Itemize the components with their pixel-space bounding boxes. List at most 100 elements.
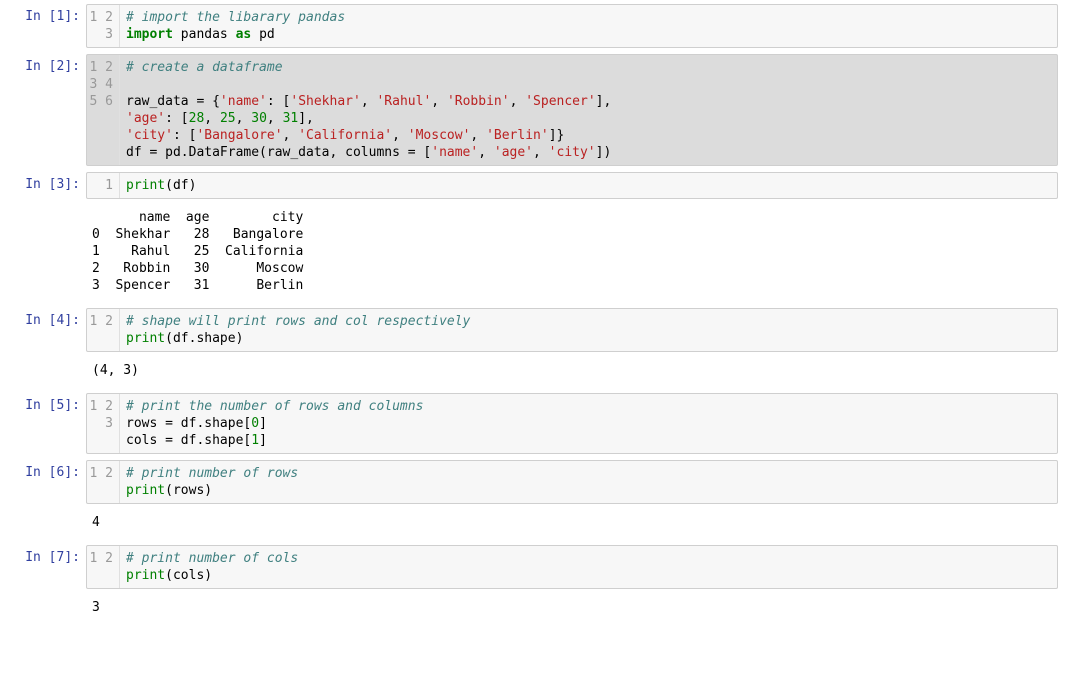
code-content[interactable]: # print number of cols print(cols) [120, 546, 1057, 588]
code-token: 'name' [220, 94, 267, 109]
code-token: # print number of cols [126, 551, 298, 566]
input-prompt: In [7]: [8, 545, 86, 566]
code-content[interactable]: # import the libarary pandas import pand… [120, 5, 1057, 47]
code-token: 'Shekhar' [290, 94, 360, 109]
code-content[interactable]: # create a dataframe raw_data = {'name':… [120, 55, 1057, 165]
code-token: 'name' [431, 145, 478, 160]
code-token: pandas [173, 27, 236, 42]
code-token: 'Berlin' [486, 128, 549, 143]
code-token: 'Rahul' [376, 94, 431, 109]
code-token: : [ [165, 111, 188, 126]
code-token: , [510, 94, 526, 109]
line-number-gutter: 1 2 3 [87, 5, 120, 47]
code-token: ]} [549, 128, 565, 143]
code-token: 'California' [298, 128, 392, 143]
code-token: 'Spencer' [525, 94, 595, 109]
code-token: 'age' [494, 145, 533, 160]
code-token: raw_data = { [126, 94, 220, 109]
code-token: print [126, 178, 165, 193]
output-prompt [8, 205, 86, 209]
code-token: cols = df.shape[ [126, 433, 251, 448]
code-token: as [236, 27, 252, 42]
code-input-area[interactable]: 1 2 3 4 5 6# create a dataframe raw_data… [86, 54, 1058, 166]
output-cell: 3 [8, 595, 1058, 624]
code-input-area[interactable]: 1 2 3# print the number of rows and colu… [86, 393, 1058, 454]
code-token: print [126, 331, 165, 346]
line-number-gutter: 1 2 [87, 546, 120, 588]
code-token: , [236, 111, 252, 126]
code-content[interactable]: # shape will print rows and col respecti… [120, 309, 1057, 351]
code-token: 31 [283, 111, 299, 126]
code-cell: In [5]:1 2 3# print the number of rows a… [8, 393, 1058, 454]
code-token: , [533, 145, 549, 160]
code-token: # create a dataframe [126, 60, 283, 75]
output-text: (4, 3) [86, 358, 1058, 387]
code-token: ], [596, 94, 612, 109]
input-prompt: In [3]: [8, 172, 86, 193]
code-token: import [126, 27, 173, 42]
line-number-gutter: 1 2 [87, 309, 120, 351]
output-text: name age city 0 Shekhar 28 Bangalore 1 R… [86, 205, 1058, 302]
code-token: 28 [189, 111, 205, 126]
output-cell: 4 [8, 510, 1058, 539]
code-content[interactable]: # print number of rows print(rows) [120, 461, 1057, 503]
code-token: print [126, 568, 165, 583]
code-input-area[interactable]: 1 2# print number of cols print(cols) [86, 545, 1058, 589]
code-cell: In [4]:1 2 # shape will print rows and co… [8, 308, 1058, 352]
code-token: 0 [251, 416, 259, 431]
input-prompt: In [5]: [8, 393, 86, 414]
code-token: 1 [251, 433, 259, 448]
code-token: , [431, 94, 447, 109]
line-number-gutter: 1 [87, 173, 120, 198]
code-token: 'city' [126, 128, 173, 143]
code-input-area[interactable]: 1 2 # shape will print rows and col respe… [86, 308, 1058, 352]
code-token: # shape will print rows and col respecti… [126, 314, 470, 329]
code-cell: In [7]:1 2# print number of cols print(c… [8, 545, 1058, 589]
code-cell: In [3]:1print(df) [8, 172, 1058, 199]
code-token: # print the number of rows and columns [126, 399, 423, 414]
code-token: , [478, 145, 494, 160]
code-token: 'Robbin' [447, 94, 510, 109]
output-prompt [8, 510, 86, 514]
line-number-gutter: 1 2 3 4 5 6 [87, 55, 120, 165]
code-token: pd [251, 27, 274, 42]
code-token: , [470, 128, 486, 143]
code-token: : [ [173, 128, 196, 143]
line-number-gutter: 1 2 3 [87, 394, 120, 453]
code-token: print [126, 483, 165, 498]
code-token: , [361, 94, 377, 109]
line-number-gutter: 1 2 [87, 461, 120, 503]
code-token: 'Bangalore' [196, 128, 282, 143]
code-token: rows = df.shape[ [126, 416, 251, 431]
code-input-area[interactable]: 1 2 3# import the libarary pandas import… [86, 4, 1058, 48]
code-cell: In [6]:1 2# print number of rows print(r… [8, 460, 1058, 504]
code-input-area[interactable]: 1 2# print number of rows print(rows) [86, 460, 1058, 504]
code-content[interactable]: print(df) [120, 173, 1057, 198]
code-token: # import the libarary pandas [126, 10, 345, 25]
output-text: 3 [86, 595, 1058, 624]
code-token: 25 [220, 111, 236, 126]
input-prompt: In [4]: [8, 308, 86, 329]
code-content[interactable]: # print the number of rows and columns r… [120, 394, 1057, 453]
code-token: df = pd.DataFrame(raw_data, columns = [ [126, 145, 431, 160]
code-token: 'city' [549, 145, 596, 160]
code-token: 'age' [126, 111, 165, 126]
code-cell: In [1]:1 2 3# import the libarary pandas… [8, 4, 1058, 48]
code-token: 30 [251, 111, 267, 126]
code-token: ]) [596, 145, 612, 160]
code-token: 'Moscow' [408, 128, 471, 143]
code-token: : [ [267, 94, 290, 109]
output-cell: name age city 0 Shekhar 28 Bangalore 1 R… [8, 205, 1058, 302]
code-token: ] [259, 433, 267, 448]
code-token: , [204, 111, 220, 126]
input-prompt: In [1]: [8, 4, 86, 25]
code-cell: In [2]:1 2 3 4 5 6# create a dataframe r… [8, 54, 1058, 166]
code-token: (rows) [165, 483, 212, 498]
code-token: (df.shape) [165, 331, 243, 346]
code-token: ] [259, 416, 267, 431]
input-prompt: In [6]: [8, 460, 86, 481]
code-token: ], [298, 111, 314, 126]
code-token: , [267, 111, 283, 126]
input-prompt: In [2]: [8, 54, 86, 75]
code-input-area[interactable]: 1print(df) [86, 172, 1058, 199]
